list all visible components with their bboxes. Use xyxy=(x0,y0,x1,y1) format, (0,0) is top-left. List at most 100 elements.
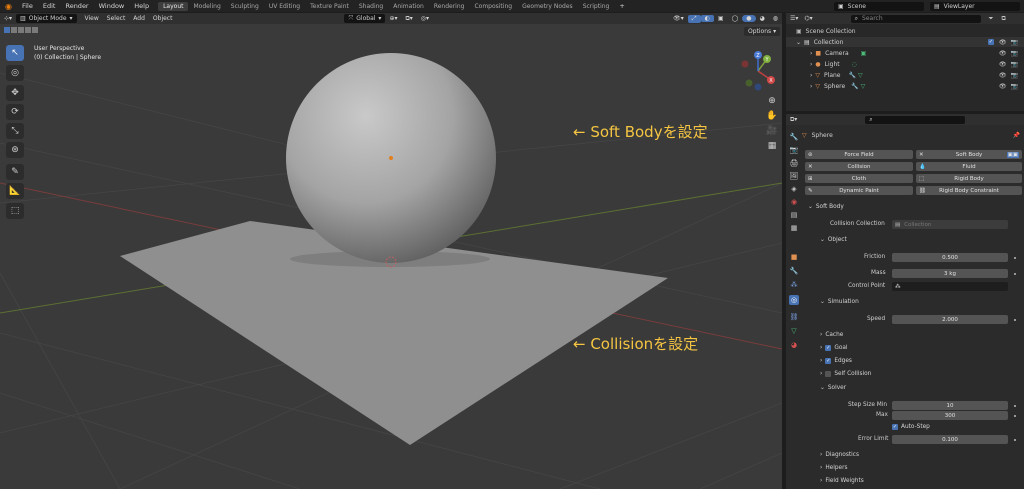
visibility-icon[interactable]: 👁▾ xyxy=(669,15,688,22)
outliner-item-camera[interactable]: › ■ Camera ▣ 👁 📷 xyxy=(786,48,1024,58)
tab-animation[interactable]: Animation xyxy=(388,2,429,11)
scene-tab-icon[interactable]: ◈ xyxy=(789,184,799,194)
simulation-subpanel-header[interactable]: ⌄ Simulation xyxy=(820,299,859,305)
auto-step-checkbox[interactable]: ✓ xyxy=(892,424,898,430)
navigation-gizmo[interactable]: X Y Z xyxy=(737,50,779,92)
soft-body-button[interactable]: ✕ Soft Body ▣▣ xyxy=(916,150,1022,159)
new-collection-icon[interactable]: ⧉ xyxy=(1001,15,1005,23)
select-invert-icon[interactable] xyxy=(25,27,31,33)
camera-view-icon[interactable]: 🎥 xyxy=(765,124,779,138)
shading-wireframe-icon[interactable]: ◯ xyxy=(728,15,743,22)
camera-render-icon[interactable]: 📷 xyxy=(1011,39,1018,46)
orientation-selector[interactable]: ⤧ Global ▾ xyxy=(344,14,386,23)
animate-property-icon[interactable] xyxy=(1014,319,1016,321)
physics-tab-icon[interactable]: ◎ xyxy=(789,295,799,305)
expand-chevron-icon[interactable]: › xyxy=(810,50,812,57)
shading-material-icon[interactable]: ◕ xyxy=(756,15,769,22)
animate-property-icon[interactable] xyxy=(1014,273,1016,275)
editor-type-icon[interactable]: ⊹▾ xyxy=(0,15,16,22)
particles-tab-icon[interactable]: ⁂ xyxy=(789,280,799,290)
xray-icon[interactable]: ▣ xyxy=(714,15,728,22)
move-tool[interactable]: ✥ xyxy=(6,85,24,101)
menu-view[interactable]: View xyxy=(81,15,103,22)
animate-property-icon[interactable] xyxy=(1014,257,1016,259)
zoom-icon[interactable]: ⊕ xyxy=(765,94,779,108)
collection-include-checkbox[interactable]: ✓ xyxy=(987,39,994,45)
cache-subpanel-header[interactable]: › Cache xyxy=(820,332,843,338)
material-tab-icon[interactable]: ◕ xyxy=(789,340,799,350)
measure-tool[interactable]: 📐 xyxy=(6,183,24,199)
menu-edit[interactable]: Edit xyxy=(38,2,61,10)
menu-object[interactable]: Object xyxy=(149,15,177,22)
solver-subpanel-header[interactable]: ⌄ Solver xyxy=(820,385,846,391)
tab-scripting[interactable]: Scripting xyxy=(578,2,615,11)
menu-help[interactable]: Help xyxy=(129,2,154,10)
data-tab-icon[interactable]: ▽ xyxy=(789,326,799,336)
transform-tool[interactable]: ⊛ xyxy=(6,142,24,158)
mass-field[interactable]: 3 kg xyxy=(892,269,1008,278)
soft-body-visibility-icon[interactable]: ▣▣ xyxy=(1006,151,1019,158)
tab-shading[interactable]: Shading xyxy=(354,2,388,11)
scene-selector[interactable]: ▣ Scene xyxy=(834,1,924,11)
add-cube-tool[interactable]: ⬚ xyxy=(6,203,24,219)
tab-sculpting[interactable]: Sculpting xyxy=(226,2,264,11)
output-tab-icon[interactable]: 🖨 xyxy=(789,158,799,168)
menu-select[interactable]: Select xyxy=(103,15,130,22)
animate-property-icon[interactable] xyxy=(1014,405,1016,407)
outliner-item-light[interactable]: › ● Light ◌ 👁 📷 xyxy=(786,59,1024,69)
view-layer-selector[interactable]: ▤ ViewLayer xyxy=(930,1,1020,11)
scale-tool[interactable]: ⤡ xyxy=(6,123,24,139)
select-new-icon[interactable] xyxy=(4,27,10,33)
expand-chevron-icon[interactable]: › xyxy=(810,61,812,68)
camera-render-icon[interactable]: 📷 xyxy=(1011,72,1018,79)
step-size-max-field[interactable]: 300 xyxy=(892,411,1008,420)
select-box-tool[interactable]: ↖ xyxy=(6,45,24,61)
editor-type-icon[interactable]: ⧉▾ xyxy=(790,116,797,124)
object-subpanel-header[interactable]: ⌄ Object xyxy=(820,237,847,243)
rigid-body-constraint-button[interactable]: ⛓ Rigid Body Constraint xyxy=(916,186,1022,195)
annotate-tool[interactable]: ✎ xyxy=(6,164,24,180)
mode-selector[interactable]: ▥ Object Mode ▾ xyxy=(16,14,77,23)
expand-chevron-icon[interactable]: › xyxy=(810,72,812,79)
camera-render-icon[interactable]: 📷 xyxy=(1011,50,1018,57)
camera-render-icon[interactable]: 📷 xyxy=(1011,83,1018,90)
rotate-tool[interactable]: ⟳ xyxy=(6,104,24,120)
scene-collection-row[interactable]: ▣ Scene Collection xyxy=(786,26,1024,36)
helpers-subpanel-header[interactable]: › Helpers xyxy=(820,465,848,471)
gizmo-toggle-icon[interactable]: ⤢ xyxy=(687,14,701,23)
tab-compositing[interactable]: Compositing xyxy=(469,2,517,11)
world-tab-icon[interactable]: ◉ xyxy=(789,197,799,207)
options-button[interactable]: Options ▾ xyxy=(744,27,781,36)
collection-tab-icon[interactable]: ▤ xyxy=(789,210,799,220)
collection-row[interactable]: ⌄ ▤ Collection ✓ 👁 📷 xyxy=(786,37,1024,47)
animate-property-icon[interactable] xyxy=(1014,439,1016,441)
properties-search-input[interactable]: ⌕ xyxy=(865,115,966,124)
view-layer-tab-icon[interactable]: 🖼 xyxy=(789,171,799,181)
edges-checkbox[interactable]: ✓ xyxy=(825,358,832,364)
pivot-icon[interactable]: ⊕▾ xyxy=(385,15,401,22)
goal-subpanel-header[interactable]: › ✓ Goal xyxy=(820,345,848,351)
menu-file[interactable]: File xyxy=(17,2,38,10)
3d-viewport[interactable]: ⊹▾ ▥ Object Mode ▾ View Select Add Objec… xyxy=(0,13,782,489)
constraint-tab-icon[interactable]: ⛓ xyxy=(789,312,799,322)
overlay-toggle-icon[interactable]: ◐ xyxy=(700,15,714,22)
select-extend-icon[interactable] xyxy=(11,27,17,33)
cursor-tool[interactable]: ◎ xyxy=(6,65,24,81)
menu-window[interactable]: Window xyxy=(94,2,130,10)
field-weights-subpanel-header[interactable]: › Field Weights xyxy=(820,478,864,484)
fluid-button[interactable]: 💧 Fluid xyxy=(916,162,1022,171)
filter-display-icon[interactable]: ⌬▾ xyxy=(804,15,812,22)
outliner-item-plane[interactable]: › ▽ Plane 🔧 ▽ 👁 📷 xyxy=(786,70,1024,80)
animate-property-icon[interactable] xyxy=(1014,415,1016,417)
collapse-chevron-icon[interactable]: ⌄ xyxy=(796,39,801,46)
friction-field[interactable]: 0.500 xyxy=(892,253,1008,262)
auto-step-toggle[interactable]: ✓ Auto-Step xyxy=(892,424,930,430)
expand-chevron-icon[interactable]: › xyxy=(810,83,812,90)
tab-modeling[interactable]: Modeling xyxy=(188,2,225,11)
object-tab-icon[interactable]: ■ xyxy=(789,252,799,262)
pan-hand-icon[interactable]: ✋ xyxy=(765,109,779,123)
goal-checkbox[interactable]: ✓ xyxy=(825,345,832,351)
tab-geometry-nodes[interactable]: Geometry Nodes xyxy=(517,2,578,11)
shading-rendered-icon[interactable]: ◍ xyxy=(769,15,782,22)
eye-icon[interactable]: 👁 xyxy=(999,83,1007,90)
